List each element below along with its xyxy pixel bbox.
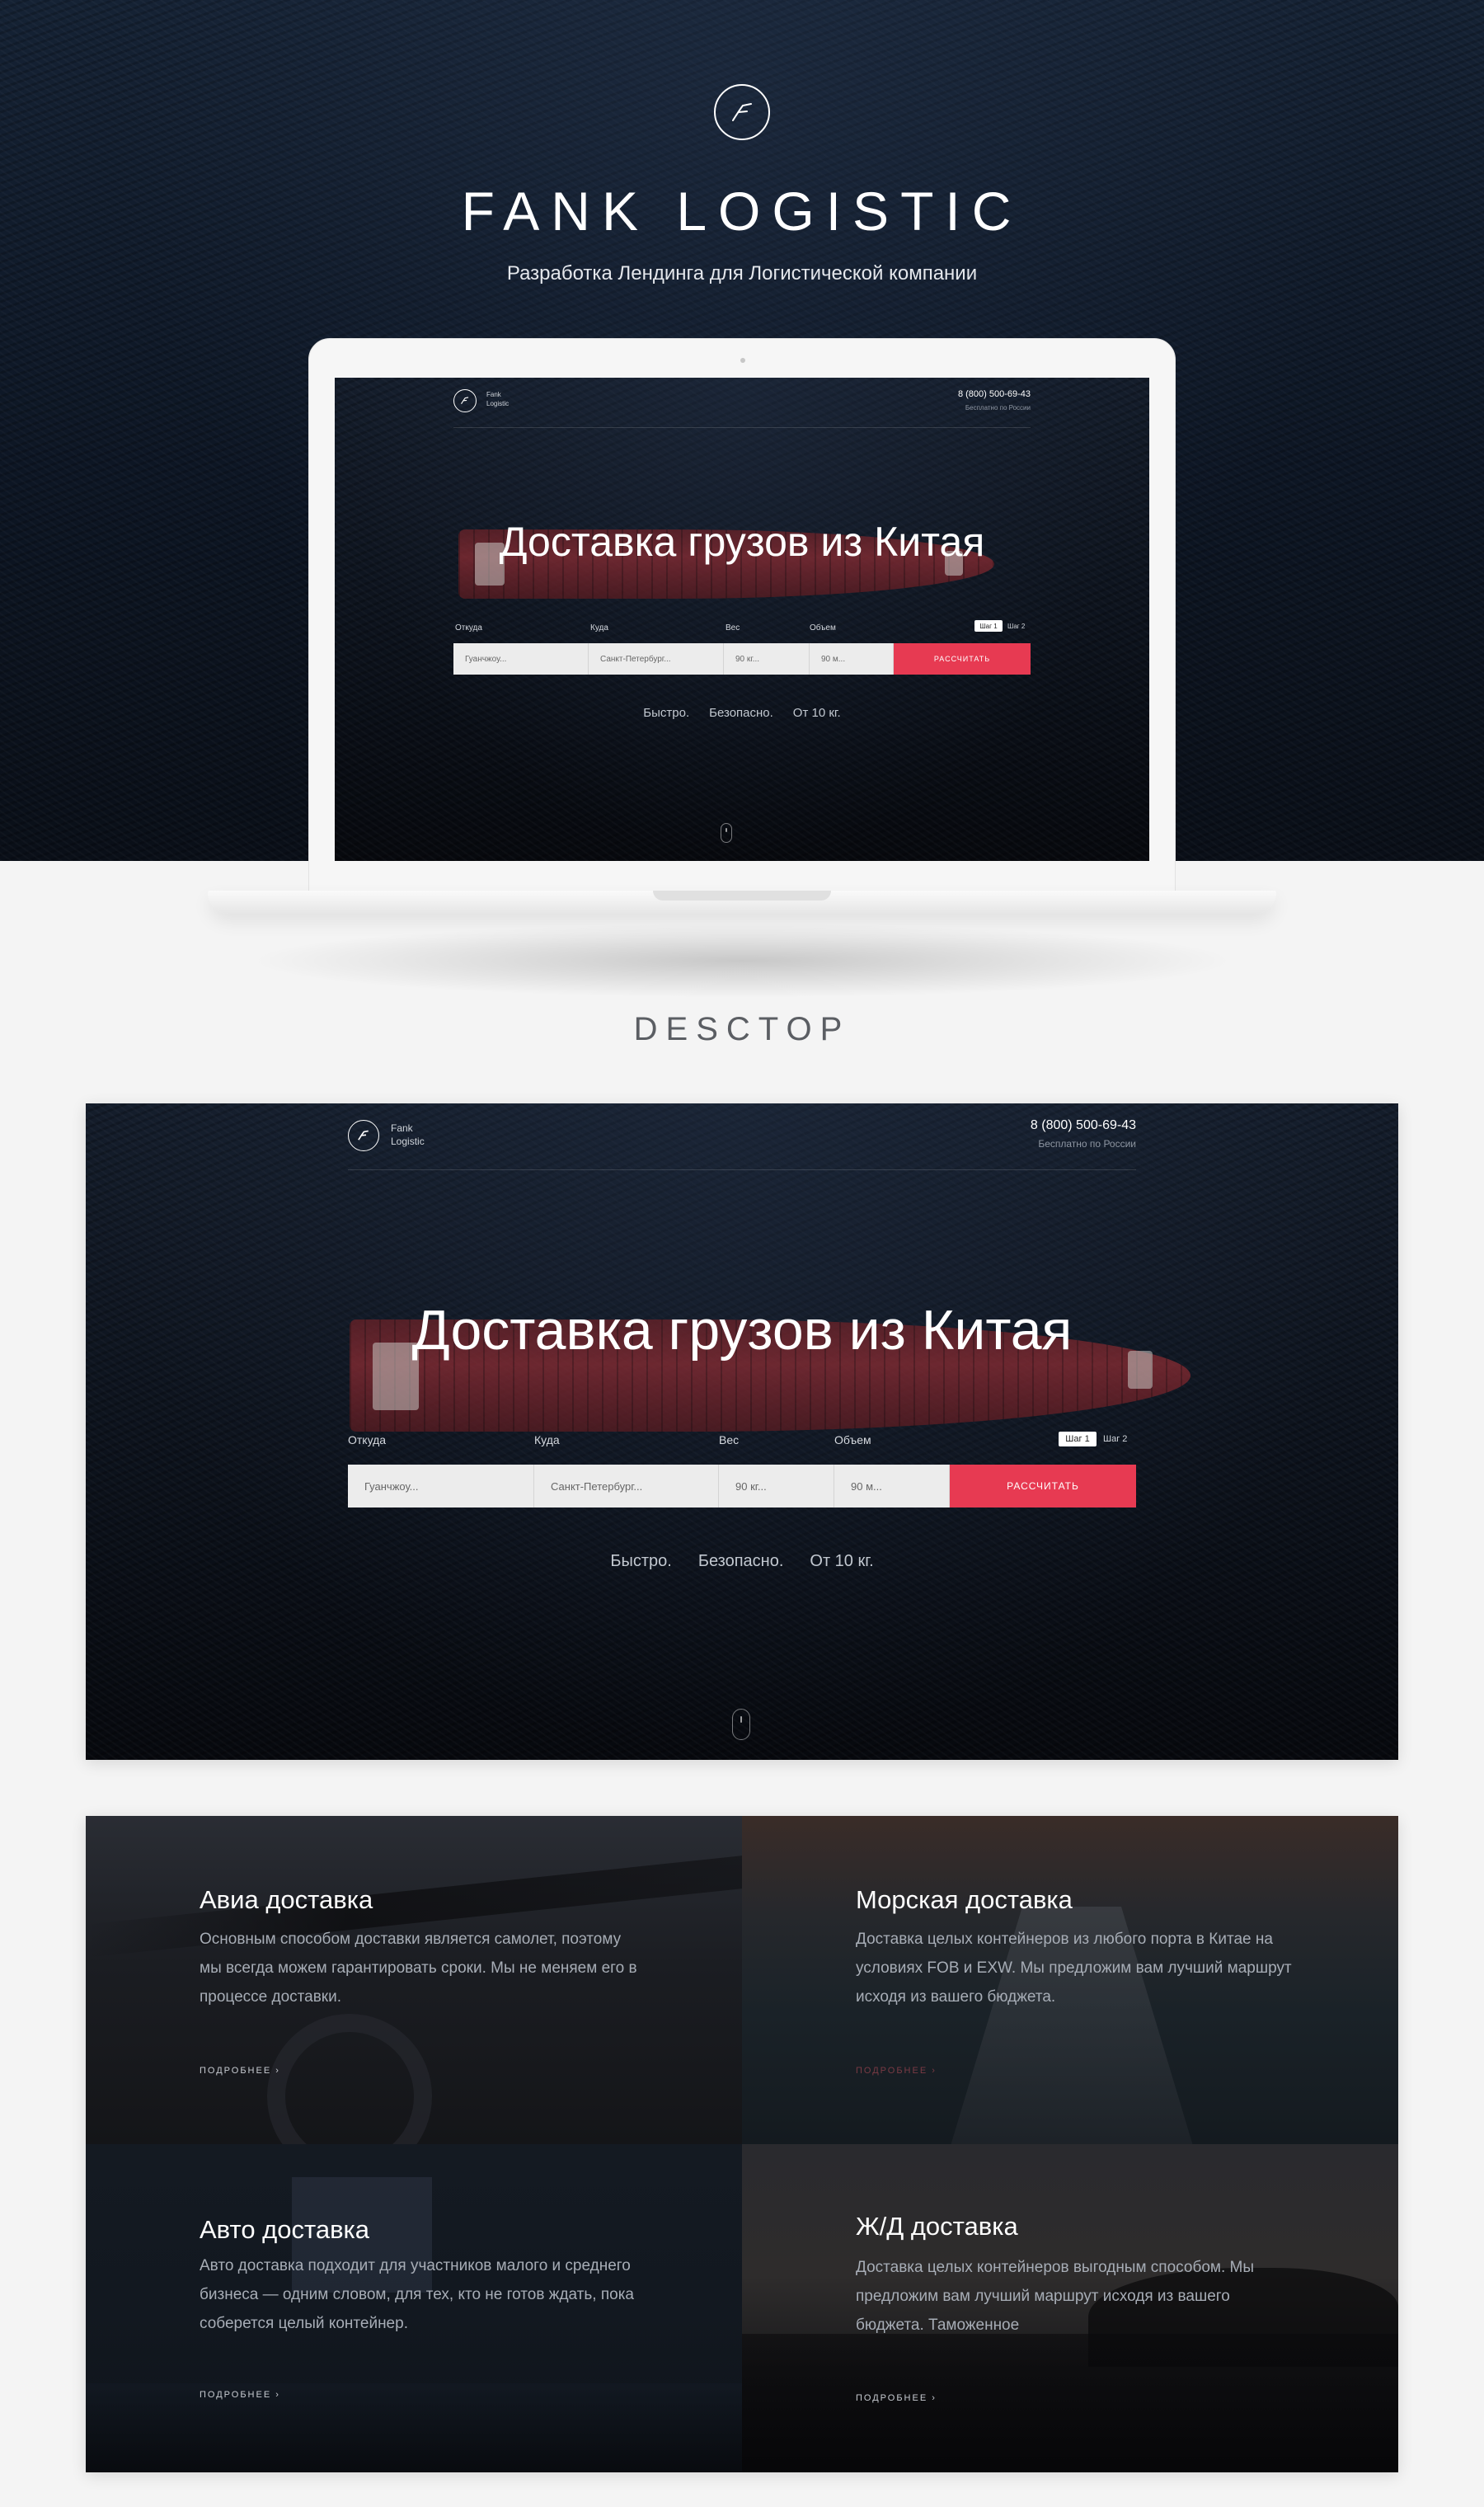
tagline-fast: Быстро. [643, 706, 690, 720]
plane-engine-image [267, 2014, 432, 2144]
brand-line-1: Fank [391, 1122, 413, 1134]
tagline-fast: Быстро. [610, 1552, 672, 1570]
section-label: DESCTOP [633, 1011, 851, 1047]
header-brand: Fank Logistic [486, 391, 509, 409]
horizon-image [742, 2334, 1398, 2472]
service-text: Доставка целых контейнеров выгодным спос… [856, 2259, 1254, 2334]
service-text: Основным способом доставки является само… [200, 1931, 637, 2006]
label-to: Куда [534, 1433, 560, 1446]
volume-input[interactable]: 90 м... [810, 643, 894, 675]
tagline: Быстро. Безопасно. От 10 кг. [86, 1552, 1398, 1571]
to-input[interactable]: Санкт-Петербург... [534, 1465, 719, 1507]
tagline-weight: От 10 кг. [810, 1552, 874, 1570]
more-link[interactable]: ПОДРОБНЕЕ › [200, 2390, 280, 2400]
service-sea: Морская доставка Доставка целых контейне… [742, 1816, 1398, 2144]
brand-line-1: Fank [486, 391, 501, 398]
service-text: Авто доставка подходит для участников ма… [200, 2257, 634, 2332]
service-title: Авто доставка [200, 2215, 370, 2244]
phone-note: Бесплатно по России [1038, 1138, 1136, 1150]
brand-line-2: Logistic [391, 1136, 425, 1148]
service-title: Морская доставка [856, 1885, 1073, 1914]
hero-headline: Доставка грузов из Китая [411, 1299, 1073, 1362]
step-1-button[interactable]: Шаг 1 [974, 620, 1003, 632]
f-monogram-icon [348, 1120, 379, 1151]
phone-note: Бесплатно по России [965, 404, 1031, 412]
weight-input[interactable]: 90 кг... [724, 643, 810, 675]
step-2-button[interactable]: Шаг 2 [1007, 623, 1025, 630]
label-volume: Объем [834, 1433, 871, 1446]
page: FANK LOGISTIC Разработка Лендинга для Ло… [0, 0, 1484, 2507]
calculate-button[interactable]: РАССЧИТАТЬ [894, 643, 1031, 675]
service-air: Авиа доставка Основным способом доставки… [86, 1816, 742, 2144]
to-input[interactable]: Санкт-Петербург... [589, 643, 724, 675]
desktop-screen: Fank Logistic 8 (800) 500-69-43 Бесплатн… [86, 1103, 1398, 1760]
label-weight: Вес [719, 1433, 740, 1446]
hero-headline: Доставка грузов из Китая [499, 519, 985, 565]
label-to: Куда [590, 623, 608, 633]
label-from: Откуда [455, 623, 482, 633]
laptop-camera [740, 358, 745, 363]
service-auto: Авто доставка Авто доставка подходит для… [86, 2144, 742, 2472]
phone-link[interactable]: 8 (800) 500-69-43 [871, 389, 1031, 399]
steps: Шаг 1 Шаг 2 [1059, 1432, 1127, 1446]
header-divider [453, 427, 1031, 428]
laptop-screen: Fank Logistic 8 (800) 500-69-43 Бесплатн… [335, 378, 1149, 861]
service-title: Авиа доставка [200, 1885, 373, 1914]
steps: Шаг 1 Шаг 2 [974, 620, 1025, 632]
label-weight: Вес [726, 623, 740, 633]
volume-input[interactable]: 90 м... [834, 1465, 950, 1507]
more-link[interactable]: ПОДРОБНЕЕ › [200, 2066, 280, 2076]
more-link[interactable]: ПОДРОБНЕЕ › [856, 2393, 937, 2403]
tagline-weight: От 10 кг. [792, 706, 841, 720]
service-text: Доставка целых контейнеров из любого пор… [856, 1931, 1292, 2006]
phone-link[interactable]: 8 (800) 500-69-43 [910, 1118, 1136, 1133]
laptop-shadow [247, 924, 1237, 998]
weight-input[interactable]: 90 кг... [719, 1465, 834, 1507]
service-rail: Ж/Д доставка Доставка целых контейнеров … [742, 2144, 1398, 2472]
mouse-scroll-icon[interactable] [721, 823, 732, 843]
tagline-safe: Безопасно. [709, 706, 773, 720]
f-monogram-icon [453, 389, 477, 412]
brand-line-2: Logistic [486, 399, 510, 407]
from-input[interactable]: Гуанчжоу... [348, 1465, 534, 1507]
header-brand: Fank Logistic [391, 1122, 425, 1148]
mouse-scroll-icon[interactable] [732, 1709, 750, 1740]
label-volume: Объем [810, 623, 836, 633]
calc-form: Гуанчжоу... Санкт-Петербург... 90 кг... … [453, 643, 1031, 675]
more-link[interactable]: ПОДРОБНЕЕ › [856, 2066, 937, 2076]
from-input[interactable]: Гуанчжоу... [453, 643, 589, 675]
calc-form: Гуанчжоу... Санкт-Петербург... 90 кг... … [348, 1465, 1136, 1507]
calculate-button[interactable]: РАССЧИТАТЬ [950, 1465, 1136, 1507]
header-divider [348, 1169, 1136, 1170]
services-grid: Авиа доставка Основным способом доставки… [86, 1816, 1398, 2472]
tagline-safe: Безопасно. [697, 1552, 784, 1570]
road-image [86, 2383, 742, 2472]
f-monogram-icon [714, 84, 770, 140]
brand-title: FANK LOGISTIC [461, 181, 1023, 242]
brand-subtitle: Разработка Лендинга для Логистической ко… [506, 262, 978, 285]
step-2-button[interactable]: Шаг 2 [1103, 1434, 1127, 1444]
tagline: Быстро. Безопасно. От 10 кг. [335, 706, 1149, 720]
service-title: Ж/Д доставка [856, 2212, 1018, 2241]
step-1-button[interactable]: Шаг 1 [1059, 1432, 1097, 1446]
label-from: Откуда [348, 1433, 387, 1446]
laptop-notch [653, 891, 831, 901]
